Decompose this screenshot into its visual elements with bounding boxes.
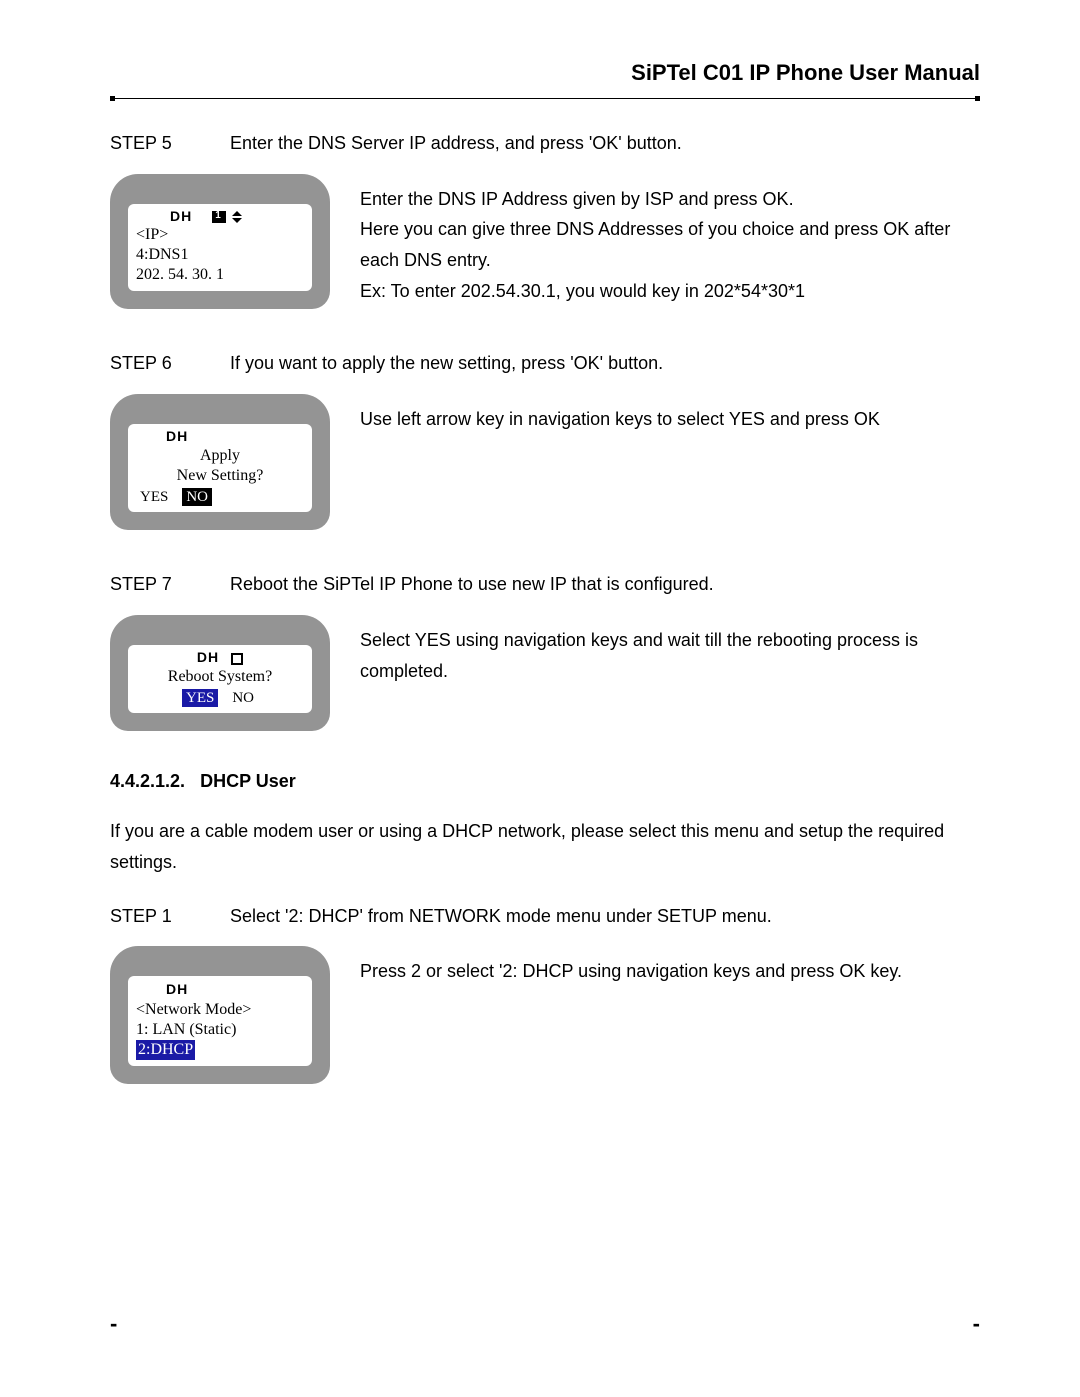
step-5-heading: STEP 5 Enter the DNS Server IP address, … [110, 129, 980, 158]
dh-logo: DH [136, 428, 304, 446]
screen-line: 4:DNS1 [136, 245, 304, 265]
option-no: NO [228, 689, 258, 708]
section-number: 4.4.2.1.2. [110, 771, 185, 791]
step-6-heading: STEP 6 If you want to apply the new sett… [110, 349, 980, 378]
phone-mock-dhcp1: DH <Network Mode> 1: LAN (Static) 2:DHCP [110, 946, 330, 1084]
footer-dash-left: - [110, 1311, 117, 1337]
section-heading: 4.4.2.1.2. DHCP User [110, 771, 980, 792]
option-yes-selected: YES [182, 689, 218, 708]
phone-mock-step6: DH Apply New Setting? YES NO [110, 394, 330, 530]
section-intro: If you are a cable modem user or using a… [110, 816, 980, 877]
screen-line: <IP> [136, 225, 304, 245]
dhcp-step-1-desc-line: Press 2 or select '2: DHCP using navigat… [360, 956, 980, 987]
step-7-label: STEP 7 [110, 570, 230, 599]
screen-line: <Network Mode> [136, 1000, 304, 1020]
dhcp-step-1-text: Select '2: DHCP' from NETWORK mode menu … [230, 902, 980, 931]
updown-icon [232, 211, 242, 223]
footer-dash-right: - [973, 1311, 980, 1337]
step-5-desc-line: Here you can give three DNS Addresses of… [360, 214, 980, 275]
step-5-text: Enter the DNS Server IP address, and pre… [230, 129, 980, 158]
square-icon [231, 653, 243, 665]
step-7-text: Reboot the SiPTel IP Phone to use new IP… [230, 570, 980, 599]
screen-line: Apply [136, 446, 304, 466]
step-7-desc-line: Select YES using navigation keys and wai… [360, 625, 980, 686]
dhcp-step-1-label: STEP 1 [110, 902, 230, 931]
screen-line: Reboot System? [136, 667, 304, 687]
screen-line: 1: LAN (Static) [136, 1020, 304, 1040]
header-rule [110, 98, 980, 99]
dh-logo: DH [197, 649, 219, 667]
section-title: DHCP User [200, 771, 296, 791]
screen-line: New Setting? [136, 466, 304, 486]
step-5-label: STEP 5 [110, 129, 230, 158]
step-5-desc-line: Enter the DNS IP Address given by ISP an… [360, 184, 980, 215]
step-6-desc-line: Use left arrow key in navigation keys to… [360, 404, 980, 435]
dh-logo: DH [136, 981, 188, 997]
dh-logo: DH [170, 208, 192, 226]
footer: - - [110, 1311, 980, 1337]
option-no-selected: NO [182, 488, 212, 507]
page-title: SiPTel C01 IP Phone User Manual [110, 60, 980, 86]
phone-mock-step5: DH <IP> 4:DNS1 202. 54. 30. 1 [110, 174, 330, 310]
signal-icon [212, 211, 226, 223]
phone-mock-step7: DH Reboot System? YES NO [110, 615, 330, 731]
step-6-text: If you want to apply the new setting, pr… [230, 349, 980, 378]
step-7-heading: STEP 7 Reboot the SiPTel IP Phone to use… [110, 570, 980, 599]
dhcp-step-1-heading: STEP 1 Select '2: DHCP' from NETWORK mod… [110, 902, 980, 931]
step-6-label: STEP 6 [110, 349, 230, 378]
option-yes: YES [136, 488, 172, 507]
screen-line: 202. 54. 30. 1 [136, 265, 304, 285]
screen-line-selected: 2:DHCP [136, 1040, 195, 1060]
step-5-desc-line: Ex: To enter 202.54.30.1, you would key … [360, 276, 980, 307]
